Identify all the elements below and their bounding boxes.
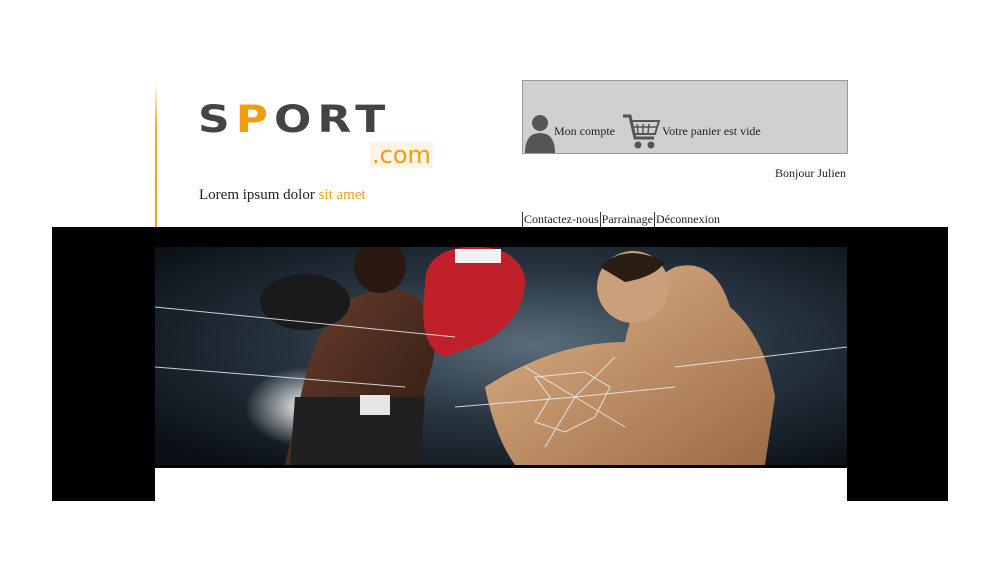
logo-domain: .com (370, 141, 433, 169)
nav-link-contact[interactable]: Contactez-nous (522, 212, 600, 227)
cart-icon[interactable] (621, 112, 661, 152)
site-logo[interactable]: SPORT .com (198, 98, 458, 170)
tagline: Lorem ipsum dolor sit amet (199, 187, 366, 203)
banner-footer-strip (155, 468, 847, 501)
boxing-banner-image (155, 247, 847, 465)
nav-link-referral[interactable]: Parrainage (599, 212, 654, 227)
logo-wordmark: SPORT (198, 98, 392, 142)
cart-status[interactable]: Votre panier est vide (662, 124, 761, 139)
user-icon[interactable] (524, 113, 556, 153)
account-panel: Mon compte Votre panier est vide (522, 80, 848, 154)
my-account-link[interactable]: Mon compte (554, 124, 615, 139)
user-greeting: Bonjour Julien (775, 166, 846, 180)
accent-divider (155, 82, 157, 230)
page: SPORT .com Lorem ipsum dolor sit amet Mo… (0, 0, 1000, 563)
top-nav: Contactez-nous Parrainage Déconnexion (522, 212, 721, 227)
nav-link-logout[interactable]: Déconnexion (653, 212, 721, 227)
